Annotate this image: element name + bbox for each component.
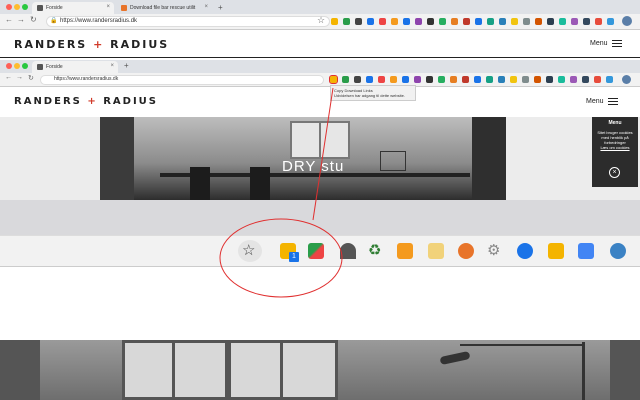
screenshot-root: Forside × Download file bar rescue utili…	[0, 0, 640, 400]
annotation-line	[312, 87, 334, 221]
annotation-circle	[219, 218, 343, 298]
annotation-overlay	[219, 87, 343, 298]
